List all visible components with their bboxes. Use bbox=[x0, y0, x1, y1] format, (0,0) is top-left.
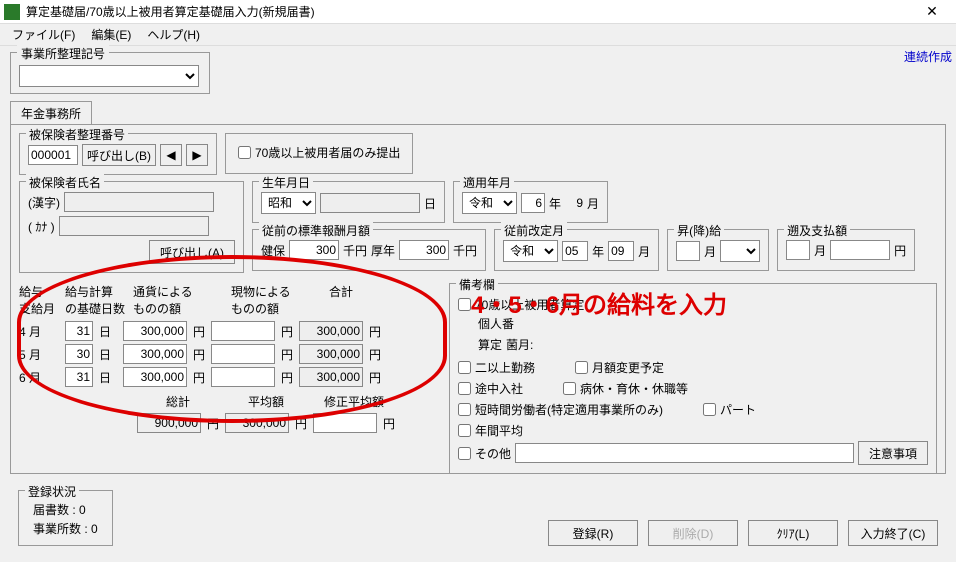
chk-tochu[interactable]: 途中入社 bbox=[458, 380, 523, 397]
g4[interactable] bbox=[211, 321, 275, 341]
g5[interactable] bbox=[211, 344, 275, 364]
app-icon bbox=[4, 4, 20, 20]
sonota-input[interactable] bbox=[515, 443, 854, 463]
chk-getsugaku[interactable]: 月額変更予定 bbox=[575, 359, 664, 376]
shusei[interactable] bbox=[313, 413, 377, 433]
t4 bbox=[299, 321, 363, 341]
prev-icon[interactable]: ◀ bbox=[160, 144, 182, 166]
hiho-no-input[interactable] bbox=[28, 145, 78, 165]
chk-byokyu[interactable]: 病休・育休・休職等 bbox=[563, 380, 688, 397]
chk-nenkan[interactable]: 年間平均 bbox=[458, 422, 928, 439]
apply-era[interactable]: 令和 bbox=[462, 192, 517, 214]
prevrev-era[interactable]: 令和 bbox=[503, 240, 558, 262]
apply-year[interactable] bbox=[521, 193, 545, 213]
office-label: 事業所整理記号 bbox=[17, 45, 109, 62]
menu-edit[interactable]: 編集(E) bbox=[83, 24, 139, 45]
menubar: ファイル(F) 編集(E) ヘルプ(H) bbox=[0, 24, 956, 46]
menu-file[interactable]: ファイル(F) bbox=[4, 24, 83, 45]
clear-button[interactable]: ｸﾘｱ(L) bbox=[748, 520, 838, 546]
shoukou-m[interactable] bbox=[676, 241, 700, 261]
name-kanji bbox=[64, 192, 214, 212]
chk-2ijo[interactable]: 二以上勤務 bbox=[458, 359, 535, 376]
menu-help[interactable]: ヘルプ(H) bbox=[139, 24, 208, 45]
next-icon[interactable]: ▶ bbox=[186, 144, 208, 166]
chk-sonota[interactable]: その他 bbox=[458, 445, 511, 462]
shoukou-sel[interactable] bbox=[720, 240, 760, 262]
end-button[interactable]: 入力終了(C) bbox=[848, 520, 938, 546]
hiho-no-label: 被保険者整理番号 bbox=[26, 126, 128, 143]
c6[interactable] bbox=[123, 367, 187, 387]
name-kana bbox=[59, 216, 209, 236]
g6[interactable] bbox=[211, 367, 275, 387]
close-icon[interactable]: ✕ bbox=[912, 1, 952, 23]
c5[interactable] bbox=[123, 344, 187, 364]
sokyuu-v[interactable] bbox=[830, 240, 890, 260]
name-label: 被保険者氏名 bbox=[26, 174, 104, 191]
heikin bbox=[225, 413, 289, 433]
window-title: 算定基礎届/70歳以上被用者算定基礎届入力(新規届書) bbox=[26, 3, 912, 20]
soukei bbox=[137, 413, 201, 433]
birth-date bbox=[320, 193, 420, 213]
d5[interactable] bbox=[65, 344, 93, 364]
d4[interactable] bbox=[65, 321, 93, 341]
c4[interactable] bbox=[123, 321, 187, 341]
call-b-button[interactable]: 呼び出し(B) bbox=[82, 144, 156, 166]
sokyuu-m[interactable] bbox=[786, 240, 810, 260]
d6[interactable] bbox=[65, 367, 93, 387]
kenpo-input[interactable] bbox=[289, 240, 339, 260]
call-a-button[interactable]: 呼び出し(A) bbox=[149, 240, 235, 264]
renzoku-link[interactable]: 連続作成 bbox=[904, 48, 952, 65]
chuui-button[interactable]: 注意事項 bbox=[858, 441, 928, 465]
over70-checkbox[interactable]: 70歳以上被用者届のみ提出 bbox=[238, 144, 400, 161]
tab-nenkin[interactable]: 年金事務所 bbox=[10, 101, 92, 125]
chk-tanjikan[interactable]: 短時間労働者(特定適用事業所のみ) bbox=[458, 401, 663, 418]
prevrev-m[interactable] bbox=[608, 241, 634, 261]
sakujo-button[interactable]: 削除(D) bbox=[648, 520, 738, 546]
office-select[interactable] bbox=[19, 65, 199, 87]
touroku-button[interactable]: 登録(R) bbox=[548, 520, 638, 546]
t5 bbox=[299, 344, 363, 364]
t6 bbox=[299, 367, 363, 387]
birth-era[interactable]: 昭和 bbox=[261, 192, 316, 214]
prevrev-y[interactable] bbox=[562, 241, 588, 261]
kousei-input[interactable] bbox=[399, 240, 449, 260]
chk-part[interactable]: パート bbox=[703, 401, 756, 418]
chk-over70[interactable]: 70歳以上被用者算定 bbox=[458, 296, 928, 313]
